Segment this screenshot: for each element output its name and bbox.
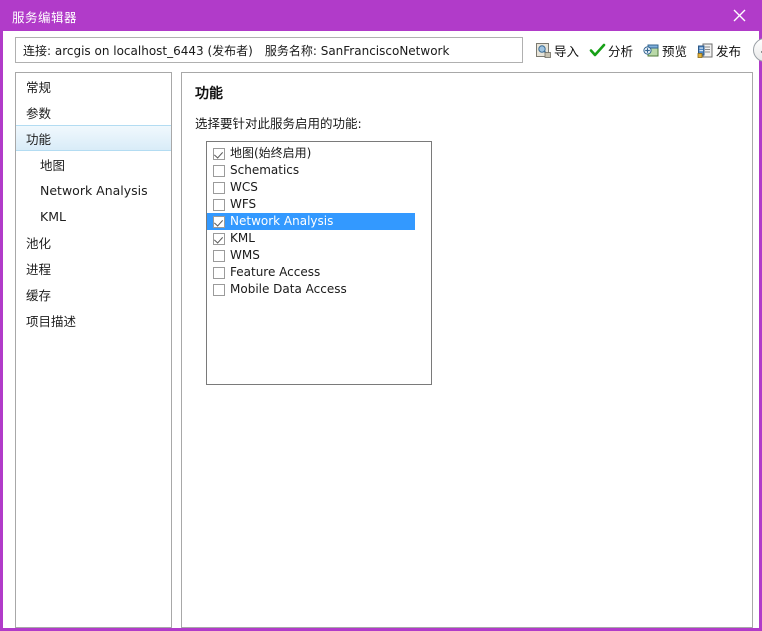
capability-row[interactable]: Mobile Data Access — [207, 281, 431, 298]
capability-row[interactable]: Network Analysis — [207, 213, 415, 230]
checkbox-icon[interactable] — [213, 266, 225, 279]
capability-label: KML — [230, 231, 255, 245]
window-title: 服务编辑器 — [12, 10, 78, 25]
sidebar-item-label: 地图 — [40, 157, 66, 173]
sidebar-item-label: Network Analysis — [40, 182, 148, 198]
checkbox-icon[interactable] — [213, 232, 225, 245]
checkbox-icon[interactable] — [213, 147, 225, 160]
checkbox-icon[interactable] — [213, 283, 225, 296]
sidebar-item-2[interactable]: 功能 — [16, 125, 171, 151]
chevron-up-icon — [760, 49, 762, 53]
toolbar-buttons: 导入 分析 预览 发布 — [531, 35, 762, 65]
capability-label: WFS — [230, 197, 257, 211]
close-button[interactable] — [716, 0, 762, 31]
page-description: 选择要针对此服务启用的功能: — [195, 116, 362, 131]
capability-row[interactable]: WCS — [207, 179, 431, 196]
sidebar-tree[interactable]: 常规参数功能地图 Network Analysis KML 池化进程缓存项目描述 — [15, 72, 172, 628]
checkbox-icon[interactable] — [213, 249, 225, 262]
preview-label: 预览 — [662, 43, 688, 59]
titlebar: 服务编辑器 — [0, 0, 762, 31]
close-icon — [733, 9, 745, 22]
capability-label: 地图(始终启用) — [230, 146, 312, 160]
capabilities-list[interactable]: 地图(始终启用) Schematics WCS WFS Network Analysis… — [206, 141, 432, 385]
sidebar-item-label: 进程 — [26, 261, 52, 277]
page-title: 功能 — [195, 86, 223, 102]
capability-row[interactable]: KML — [207, 230, 431, 247]
preview-button[interactable]: 预览 — [639, 38, 691, 63]
analyze-button[interactable]: 分析 — [585, 38, 637, 63]
sidebar-item-5[interactable]: KML — [16, 203, 171, 229]
connection-field[interactable]: 连接: arcgis on localhost_6443 (发布者) 服务名称:… — [15, 37, 523, 63]
main-panel: 功能 选择要针对此服务启用的功能: 地图(始终启用) Schematics WCS W… — [181, 72, 753, 628]
sidebar-item-label: 常规 — [26, 79, 52, 95]
checkbox-icon[interactable] — [213, 164, 225, 177]
capability-row[interactable]: 地图(始终启用) — [207, 145, 431, 162]
capability-label: Network Analysis — [230, 214, 334, 228]
analyze-label: 分析 — [608, 43, 634, 59]
import-icon — [536, 42, 551, 58]
sidebar-item-label: 项目描述 — [26, 313, 77, 329]
capability-row[interactable]: WFS — [207, 196, 431, 213]
sidebar-item-8[interactable]: 缓存 — [16, 281, 171, 307]
sidebar-item-label: KML — [40, 208, 66, 224]
capability-label: Schematics — [230, 163, 300, 177]
sidebar-item-4[interactable]: Network Analysis — [16, 177, 171, 203]
publish-icon — [697, 43, 713, 58]
service-editor-window: 服务编辑器 连接: arcgis on localhost_6443 (发布者)… — [0, 0, 762, 631]
preview-icon — [643, 44, 659, 56]
capability-label: Feature Access — [230, 265, 321, 279]
checkbox-icon[interactable] — [213, 181, 225, 194]
sidebar-item-6[interactable]: 池化 — [16, 229, 171, 255]
toolbar: 连接: arcgis on localhost_6443 (发布者) 服务名称:… — [3, 31, 762, 69]
sidebar-item-1[interactable]: 参数 — [16, 99, 171, 125]
sidebar-item-3[interactable]: 地图 — [16, 151, 171, 177]
capability-row[interactable]: Feature Access — [207, 264, 431, 281]
capability-label: Mobile Data Access — [230, 282, 347, 296]
capability-row[interactable]: WMS — [207, 247, 431, 264]
sidebar-item-9[interactable]: 项目描述 — [16, 307, 171, 333]
sidebar-item-7[interactable]: 进程 — [16, 255, 171, 281]
connection-label: 连接: arcgis on localhost_6443 (发布者) — [23, 43, 253, 58]
import-label: 导入 — [554, 43, 580, 59]
capability-label: WCS — [230, 180, 258, 194]
import-button[interactable]: 导入 — [531, 38, 583, 63]
sidebar-item-label: 缓存 — [26, 287, 52, 303]
checkbox-icon[interactable] — [213, 198, 225, 211]
sidebar-item-label: 功能 — [26, 131, 52, 147]
sidebar-item-label: 池化 — [26, 235, 52, 251]
publish-button[interactable]: 发布 — [693, 38, 745, 63]
service-name-label: 服务名称: SanFranciscoNetwork — [264, 43, 450, 58]
publish-label: 发布 — [716, 43, 742, 59]
analyze-check-icon — [589, 43, 606, 56]
sidebar-item-label: 参数 — [26, 105, 52, 121]
capability-label: WMS — [230, 248, 260, 262]
collapse-toolbar-button[interactable] — [753, 38, 762, 62]
checkbox-icon[interactable] — [213, 215, 225, 228]
capability-row[interactable]: Schematics — [207, 162, 431, 179]
sidebar-item-0[interactable]: 常规 — [16, 73, 171, 99]
